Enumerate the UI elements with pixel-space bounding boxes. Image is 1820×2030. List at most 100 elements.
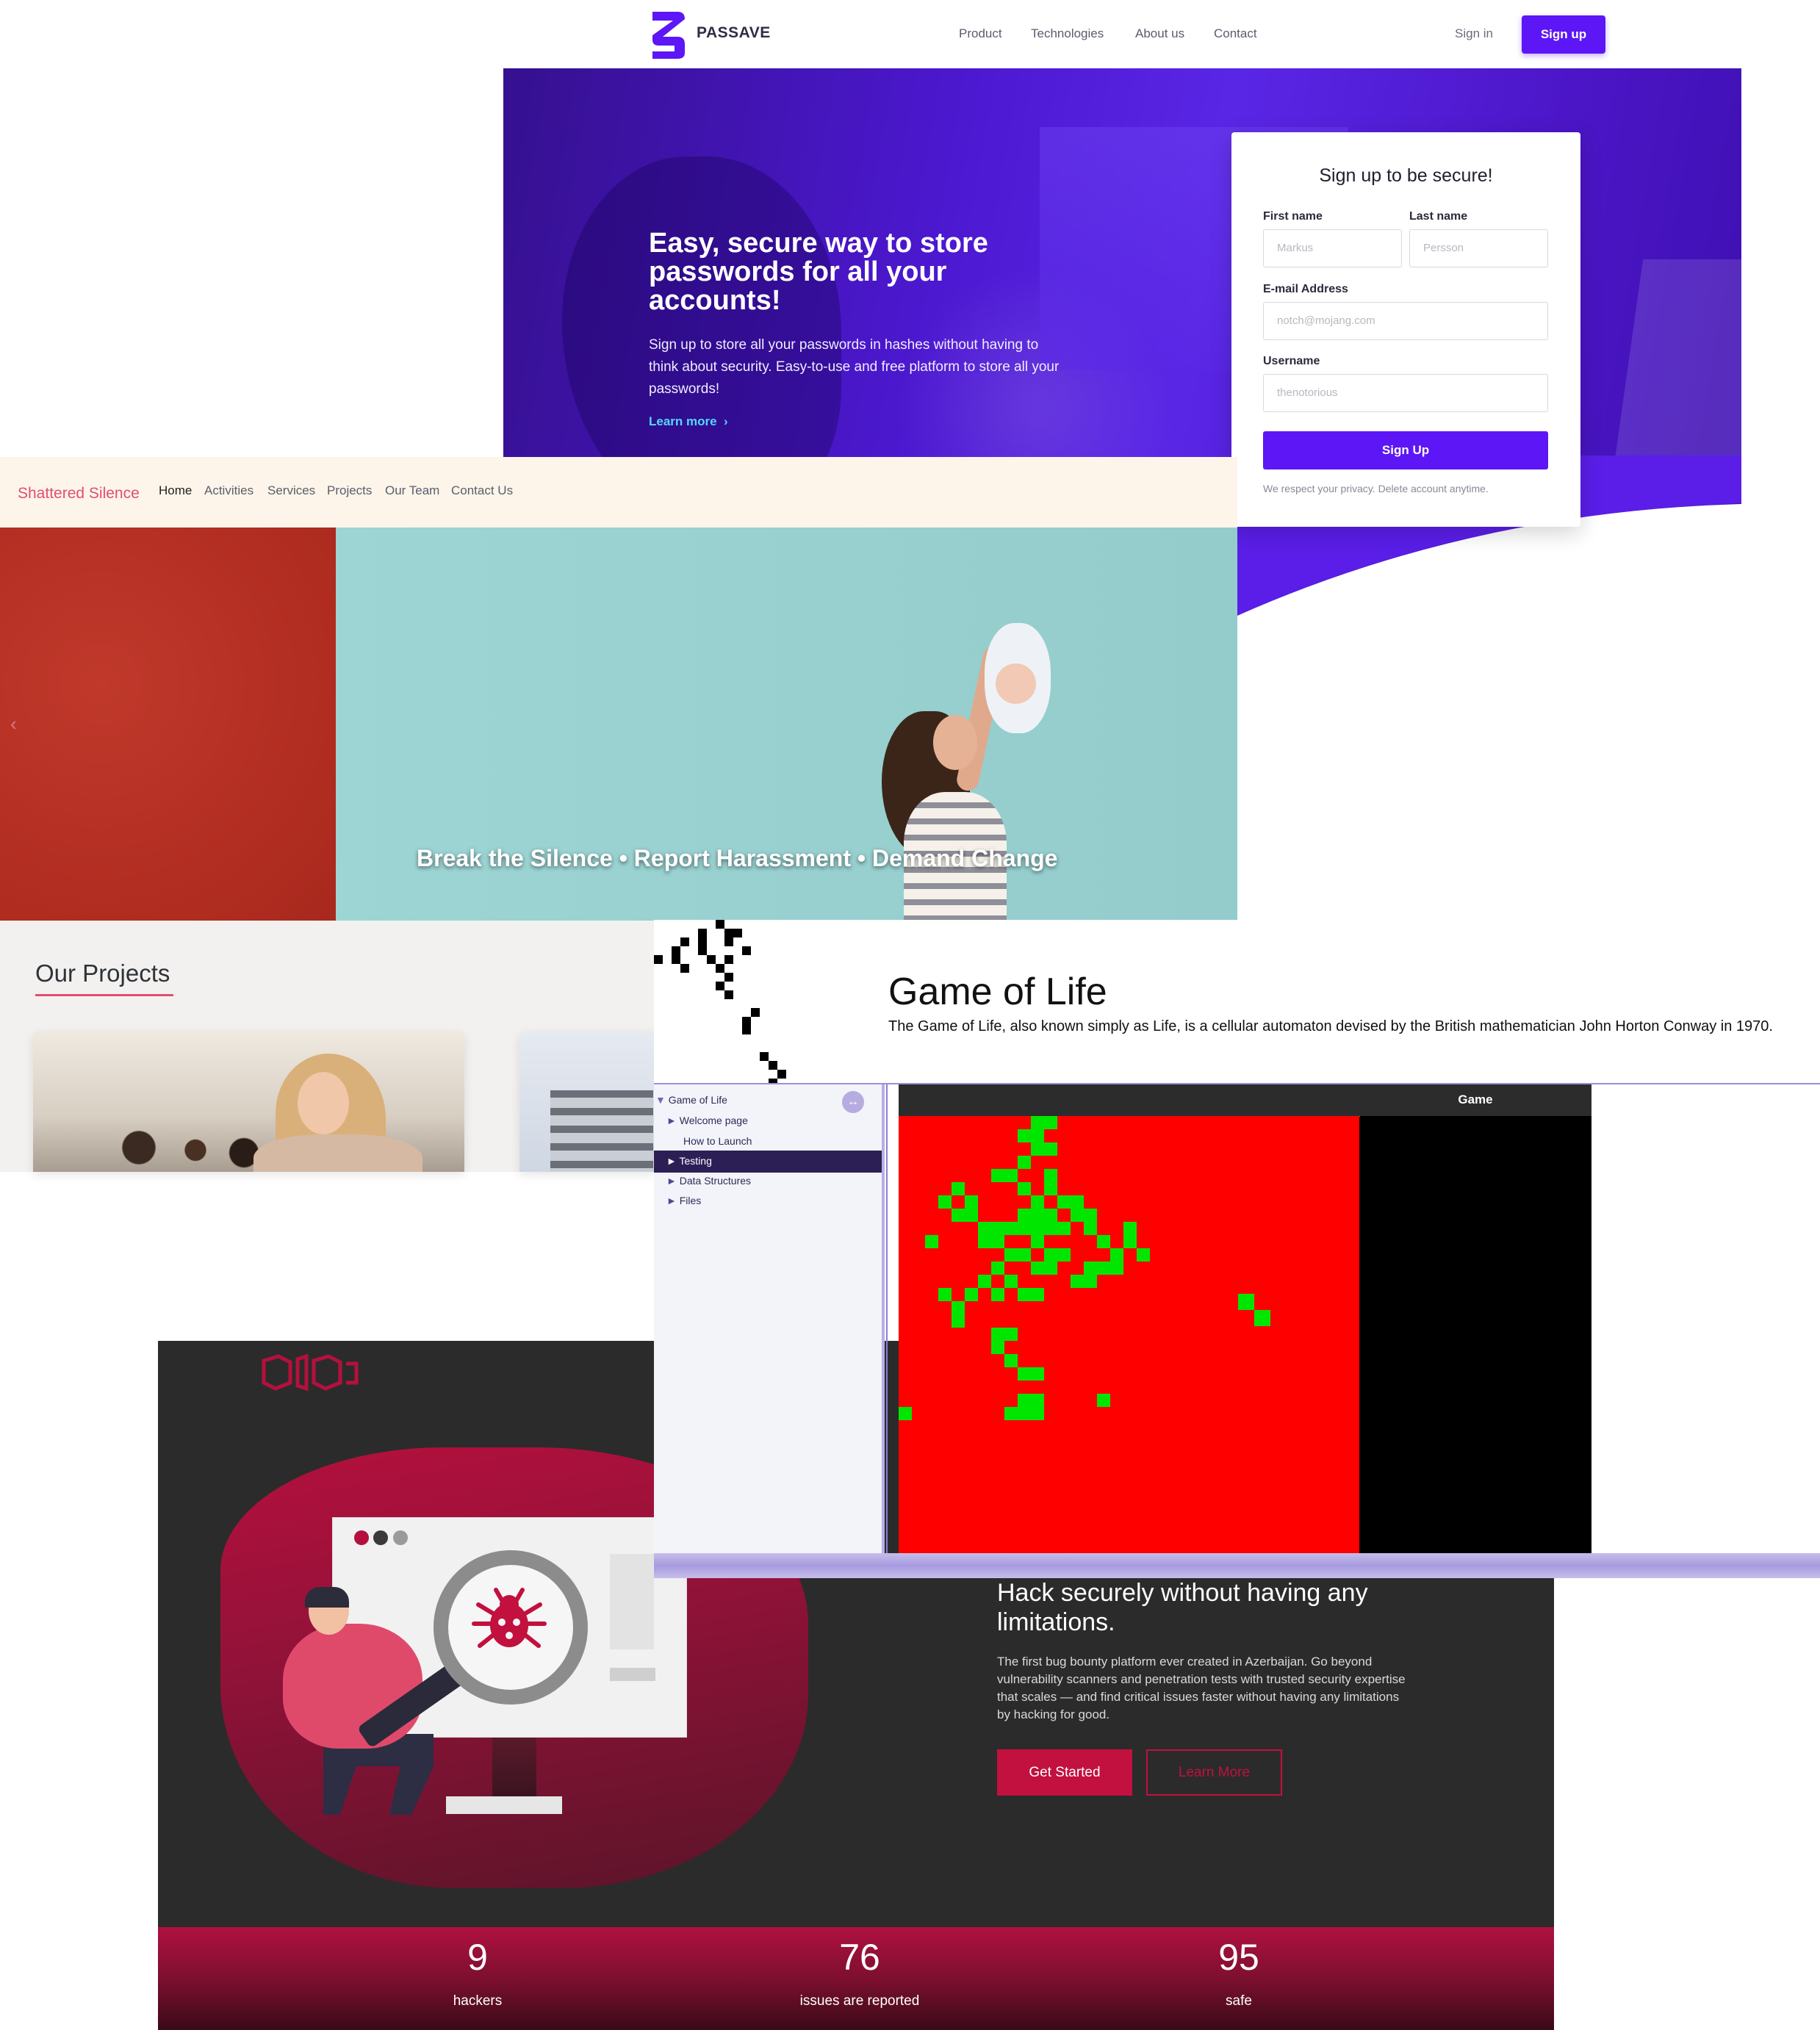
- sign-up-button[interactable]: Sign up: [1522, 15, 1605, 54]
- live-cell: [1057, 1222, 1071, 1235]
- live-cell: [707, 955, 716, 964]
- tree-item-data-structures[interactable]: ► Data Structures: [666, 1175, 751, 1187]
- get-started-button[interactable]: Get Started: [997, 1749, 1132, 1796]
- live-cell: [716, 920, 724, 929]
- ss-nav-home[interactable]: Home: [159, 483, 192, 498]
- passave-logo-icon[interactable]: [648, 9, 689, 60]
- bugbounty-description: The first bug bounty platform ever creat…: [997, 1655, 1406, 1721]
- learn-more-button[interactable]: Learn More: [1146, 1749, 1282, 1796]
- ss-nav-activities[interactable]: Activities: [204, 483, 253, 498]
- tree-item-testing[interactable]: ► Testing: [666, 1155, 712, 1167]
- live-cell: [760, 1052, 769, 1061]
- live-cell: [1044, 1182, 1057, 1195]
- monitor-base: [446, 1796, 562, 1814]
- last-name-label: Last name: [1409, 210, 1468, 223]
- username-input[interactable]: thenotorious: [1263, 374, 1548, 412]
- tree-item-label: Testing: [679, 1155, 712, 1167]
- sidebar-toggle-icon[interactable]: ↔: [842, 1091, 864, 1113]
- ss-nav-contact-us[interactable]: Contact Us: [451, 483, 513, 498]
- first-name-input[interactable]: Markus: [1263, 229, 1402, 267]
- live-cell: [1031, 1129, 1044, 1142]
- person-hair: [305, 1587, 349, 1608]
- live-cell: [1110, 1248, 1123, 1261]
- live-cell: [724, 973, 733, 982]
- live-cell: [751, 1008, 760, 1017]
- ss-nav-projects[interactable]: Projects: [327, 483, 372, 498]
- ss-nav-services[interactable]: Services: [267, 483, 315, 498]
- live-cell: [777, 1070, 786, 1079]
- live-cell: [672, 955, 680, 964]
- bug-icon: [472, 1588, 547, 1648]
- live-cell: [733, 929, 742, 937]
- bugbounty-logo-icon[interactable]: [261, 1353, 360, 1392]
- live-cell: [1031, 1116, 1044, 1129]
- person-body: [283, 1624, 422, 1749]
- project-card[interactable]: [33, 1032, 464, 1172]
- tree-item-label: Data Structures: [679, 1175, 752, 1187]
- nav-product[interactable]: Product: [959, 26, 1002, 41]
- nav-about-us[interactable]: About us: [1135, 26, 1184, 41]
- project-card[interactable]: [519, 1032, 654, 1172]
- live-cell: [1004, 1354, 1018, 1367]
- game-label: Game: [1458, 1093, 1493, 1106]
- live-cell: [672, 946, 680, 955]
- live-cell: [1004, 1328, 1018, 1341]
- live-cell: [1097, 1261, 1110, 1275]
- monitor-stand: [492, 1738, 536, 1796]
- live-cell: [1044, 1169, 1057, 1182]
- email-input[interactable]: notch@mojang.com: [1263, 302, 1548, 340]
- live-cell: [991, 1169, 1004, 1182]
- triangle-right-icon: ►: [666, 1175, 680, 1187]
- tree-item-welcome[interactable]: ► Welcome page: [666, 1115, 748, 1126]
- passave-brand[interactable]: PASSAVE: [697, 24, 771, 42]
- triangle-down-icon: ▼: [655, 1094, 669, 1106]
- live-cell: [724, 929, 733, 937]
- live-cell: [1004, 1407, 1018, 1420]
- stat-label: issues are reported: [799, 1993, 920, 2009]
- live-cell: [1071, 1195, 1084, 1209]
- learn-more-link[interactable]: Learn more ›: [649, 414, 728, 429]
- live-cell: [1044, 1209, 1057, 1222]
- nav-technologies[interactable]: Technologies: [1031, 26, 1104, 41]
- sign-in-link[interactable]: Sign in: [1455, 26, 1493, 41]
- sidebar-border: [882, 1084, 885, 1553]
- tree-item-how-to-launch[interactable]: How to Launch: [683, 1135, 752, 1147]
- live-cell: [769, 1061, 777, 1070]
- live-cell: [680, 964, 689, 973]
- live-cell: [925, 1235, 938, 1248]
- tree-item-label: How to Launch: [683, 1135, 752, 1147]
- live-cell: [716, 964, 724, 973]
- live-cell: [1004, 1248, 1018, 1261]
- live-cell: [1084, 1275, 1097, 1288]
- live-cell: [742, 1026, 751, 1034]
- live-cell: [698, 946, 707, 955]
- stat-label: safe: [1226, 1993, 1252, 2009]
- sidebar-border: [886, 1084, 888, 1553]
- live-cell: [1018, 1222, 1031, 1235]
- live-cell: [1084, 1222, 1097, 1235]
- nav-contact[interactable]: Contact: [1214, 26, 1257, 41]
- tree-root[interactable]: ▼ Game of Life: [655, 1094, 727, 1106]
- live-cell: [724, 955, 733, 964]
- gol-footer-bar: [654, 1553, 1820, 1578]
- game-grid[interactable]: [899, 1116, 1359, 1553]
- last-name-input[interactable]: Persson: [1409, 229, 1548, 267]
- live-cell: [1018, 1288, 1031, 1301]
- live-cell: [1031, 1195, 1044, 1209]
- live-cell: [1004, 1169, 1018, 1182]
- live-cell: [742, 946, 751, 955]
- live-cell: [1359, 1116, 1360, 1117]
- chevron-right-icon: ›: [720, 414, 728, 428]
- stat-value: 95: [1218, 1937, 1259, 1978]
- ss-nav-our-team[interactable]: Our Team: [385, 483, 439, 498]
- live-cell: [1084, 1209, 1097, 1222]
- tree-item-files[interactable]: ► Files: [666, 1195, 701, 1206]
- window-dot-icon: [393, 1530, 408, 1545]
- live-cell: [978, 1222, 991, 1235]
- live-cell: [1097, 1235, 1110, 1248]
- signup-submit-button[interactable]: Sign Up: [1263, 431, 1548, 469]
- shattered-brand[interactable]: Shattered Silence: [18, 485, 140, 503]
- live-cell: [1031, 1261, 1044, 1275]
- live-cell: [952, 1182, 965, 1195]
- carousel-prev-icon[interactable]: ‹: [10, 713, 17, 735]
